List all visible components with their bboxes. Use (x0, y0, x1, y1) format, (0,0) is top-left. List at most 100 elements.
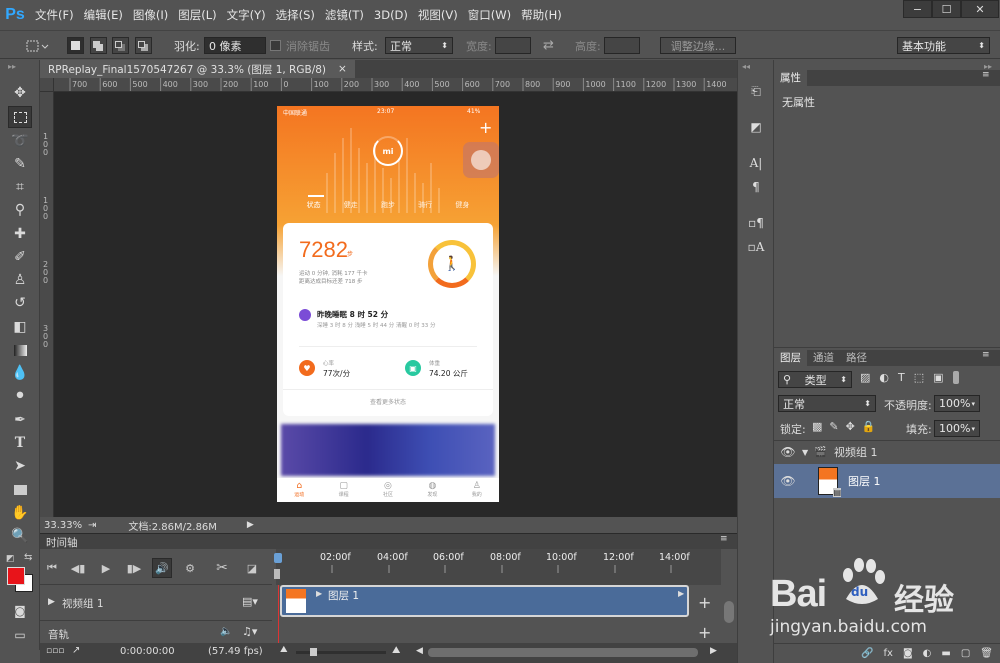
intersect-selection-icon[interactable] (135, 37, 152, 54)
lock-transparent-icon[interactable]: ▩ (812, 420, 822, 433)
scissors-icon[interactable]: ✂ (212, 558, 232, 578)
history-panel-icon[interactable]: ⎗ (742, 80, 770, 102)
render-icon[interactable]: ▫▫▫ (46, 646, 64, 656)
antialias-checkbox[interactable]: 消除锯齿 (270, 37, 330, 54)
subtract-selection-icon[interactable] (112, 37, 129, 54)
screen-mode-icon[interactable]: ▭ (8, 624, 32, 646)
minimize-button[interactable]: − (903, 0, 932, 18)
close-window-button[interactable]: ✕ (961, 0, 999, 18)
marquee-tool-preset[interactable] (26, 37, 50, 54)
type-tool-icon[interactable]: T (8, 432, 32, 454)
fill-input[interactable]: 100% ▾ (934, 420, 980, 437)
stamp-tool-icon[interactable]: ♙ (8, 269, 32, 291)
character-styles-icon[interactable]: ▫A (742, 236, 770, 258)
quick-mask-icon[interactable]: ◙ (8, 600, 32, 622)
work-area-start[interactable] (274, 569, 280, 579)
layer-row-selected[interactable]: 👁 ▤ 图层 1 (774, 464, 1000, 498)
menu-select[interactable]: 选择(S) (271, 0, 320, 30)
blend-mode-select[interactable]: 正常 ⬍ (778, 395, 876, 412)
brush-tool-icon[interactable]: ✐ (8, 246, 32, 268)
play-icon[interactable]: ▶ (96, 558, 116, 578)
filter-type-icon[interactable]: T (898, 371, 905, 384)
filter-pixel-icon[interactable]: ▨ (860, 371, 870, 384)
timeline-ruler[interactable]: 02:00f 04:00f 06:00f 08:00f 10:00f 12:00… (274, 549, 721, 585)
audio-toggle-icon[interactable]: 🔊 (152, 558, 172, 578)
pen-tool-icon[interactable]: ✒ (8, 409, 32, 431)
scroll-left-icon[interactable]: ◀ (416, 646, 423, 656)
visibility-eye-icon[interactable]: 👁 (774, 474, 802, 488)
filter-smart-icon[interactable]: ▣ (933, 371, 943, 384)
paragraph-panel-icon[interactable]: ¶ (742, 176, 770, 198)
document-tab[interactable]: RPReplay_Final1570547267 @ 33.3% (图层 1, … (40, 60, 355, 78)
menu-layer[interactable]: 图层(L) (173, 0, 221, 30)
tab-properties[interactable]: 属性 (774, 70, 807, 86)
timeline-title[interactable]: 时间轴 (46, 535, 78, 550)
music-note-icon[interactable]: ♫▾ (242, 625, 257, 638)
collapse-arrow-icon[interactable]: ▼ (802, 448, 814, 457)
zoom-out-icon[interactable]: ⛰ (280, 645, 288, 655)
style-select[interactable]: 正常 ⬍ (385, 37, 453, 54)
eraser-tool-icon[interactable]: ◧ (8, 316, 32, 338)
scroll-right-icon[interactable]: ▶ (710, 646, 717, 656)
layer-filter-select[interactable]: ⚲ 类型 ⬍ (778, 371, 852, 388)
blur-tool-icon[interactable]: 💧 (8, 362, 32, 384)
filter-toggle-icon[interactable] (952, 371, 959, 384)
convert-icon[interactable]: ↗ (72, 645, 80, 656)
expand-arrow-icon[interactable]: ▶ (48, 597, 55, 607)
lasso-tool-icon[interactable]: ➰ (8, 130, 32, 152)
zoom-slider-thumb[interactable] (310, 648, 317, 656)
gradient-tool-icon[interactable] (8, 339, 32, 361)
film-strip-icon[interactable]: ▤▾ (242, 595, 258, 608)
opacity-input[interactable]: 100% ▾ (934, 395, 980, 412)
close-tab-icon[interactable]: × (338, 63, 347, 75)
healing-brush-tool-icon[interactable]: ✚ (8, 223, 32, 245)
swap-icon[interactable]: ⇄ (543, 37, 554, 54)
lock-all-icon[interactable]: 🔒 (862, 420, 876, 433)
tab-layers[interactable]: 图层 (774, 350, 807, 366)
add-selection-icon[interactable] (90, 37, 107, 54)
tab-channels[interactable]: 通道 (807, 350, 840, 366)
menu-help[interactable]: 帮助(H) (516, 0, 567, 30)
clip-expand-icon[interactable]: ▶ (316, 589, 322, 598)
add-media-icon[interactable]: + (698, 593, 711, 612)
menu-edit[interactable]: 编辑(E) (79, 0, 128, 30)
visibility-eye-icon[interactable]: 👁 (774, 445, 802, 459)
character-panel-icon[interactable]: A| (742, 152, 770, 174)
panel-menu-icon[interactable]: ≡ (720, 534, 728, 544)
zoom-in-icon[interactable]: ⛰ (392, 645, 400, 656)
history-brush-tool-icon[interactable]: ↺ (8, 292, 32, 314)
menu-window[interactable]: 窗口(W) (463, 0, 516, 30)
video-clip[interactable]: ▶ 图层 1 ▶ (280, 585, 689, 617)
default-colors-icon[interactable]: ◩ (6, 554, 15, 564)
swap-colors-icon[interactable]: ⇆ (24, 552, 32, 563)
ruler-origin[interactable] (40, 78, 54, 92)
tab-paths[interactable]: 路径 (840, 350, 873, 366)
panel-collapse-icon[interactable]: ◂◂ (742, 62, 750, 71)
actions-panel-icon[interactable]: ◩ (742, 116, 770, 138)
new-selection-icon[interactable] (67, 37, 84, 54)
panel-menu-icon[interactable]: ≡ (982, 70, 990, 80)
audio-track[interactable]: 音轨 🔈 ♫▾ (40, 621, 272, 643)
panel-divider[interactable] (774, 342, 1000, 348)
prev-frame-icon[interactable]: ◀▮ (68, 558, 88, 578)
lock-pixels-icon[interactable]: ✎ (829, 420, 838, 433)
next-frame-icon[interactable]: ▮▶ (124, 558, 144, 578)
foreground-color-swatch[interactable] (7, 567, 25, 585)
transition-icon[interactable]: ◪ (242, 558, 262, 578)
maximize-button[interactable]: ☐ (932, 0, 961, 18)
zoom-slider[interactable] (296, 648, 386, 656)
paragraph-styles-icon[interactable]: ▫¶ (742, 212, 770, 234)
quick-select-tool-icon[interactable]: ✎ (8, 153, 32, 175)
height-input[interactable] (604, 37, 640, 54)
rectangle-tool-icon[interactable] (8, 479, 32, 501)
menu-file[interactable]: 文件(F) (30, 0, 79, 30)
filter-adjustment-icon[interactable]: ◐ (879, 371, 889, 384)
zoom-tool-icon[interactable]: 🔍 (8, 525, 32, 547)
dodge-tool-icon[interactable]: ⚫ (8, 385, 32, 407)
crop-tool-icon[interactable]: ⌗ (8, 176, 32, 198)
menu-view[interactable]: 视图(V) (413, 0, 463, 30)
panel-collapse-icon[interactable]: ▸▸ (8, 62, 16, 71)
panel-menu-icon[interactable]: ≡ (982, 350, 990, 360)
feather-input[interactable]: 0 像素 (204, 37, 266, 54)
settings-gear-icon[interactable]: ⚙ (180, 558, 200, 578)
